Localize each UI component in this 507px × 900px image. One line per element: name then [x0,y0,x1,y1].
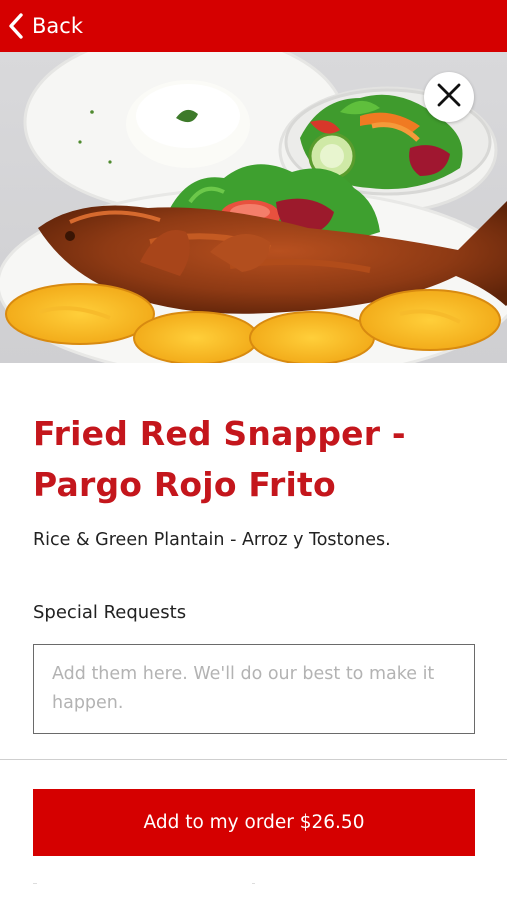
chevron-left-icon [8,13,24,39]
item-title-line1: Fried Red Snapper - [33,414,406,453]
top-bar: Back [0,0,507,52]
item-title-line2: Pargo Rojo Frito [33,465,336,504]
special-requests-label: Special Requests [33,602,187,623]
back-label: Back [32,14,83,38]
bottom-edge-mark [252,883,255,884]
item-description: Rice & Green Plantain - Arroz y Tostones… [33,530,391,550]
back-button[interactable]: Back [8,10,83,42]
close-button[interactable] [424,72,474,122]
special-requests-input[interactable] [33,644,475,734]
item-title: Fried Red Snapper - Pargo Rojo Frito [33,408,473,510]
add-to-order-button[interactable]: Add to my order $26.50 [33,789,475,856]
add-to-order-label: Add to my order $26.50 [143,812,365,833]
divider [0,759,507,760]
close-icon [437,83,461,111]
bottom-edge-mark [33,883,37,884]
